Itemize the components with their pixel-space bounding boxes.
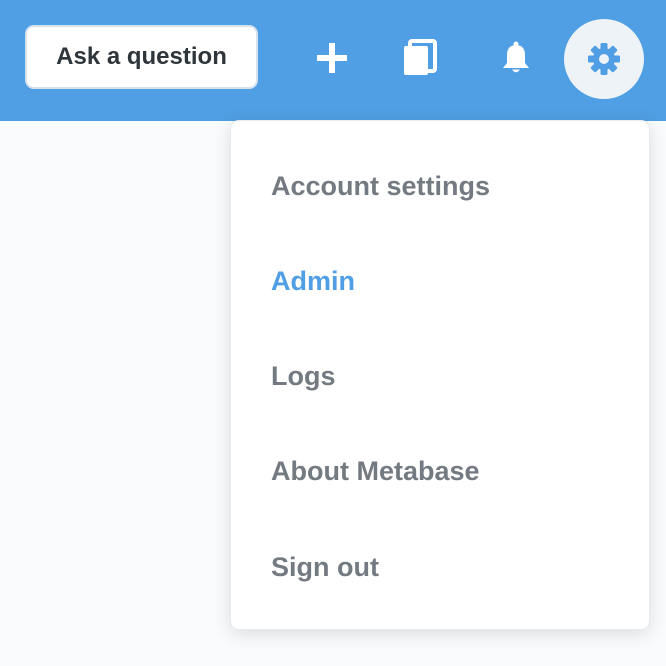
ask-question-label: Ask a question <box>56 43 227 70</box>
menu-item-account-settings[interactable]: Account settings <box>271 156 611 216</box>
menu-item-label: About Metabase <box>271 455 480 486</box>
bell-icon[interactable] <box>488 30 544 86</box>
menu-item-sign-out[interactable]: Sign out <box>271 537 611 597</box>
settings-dropdown-menu: Account settings Admin Logs About Metaba… <box>230 120 650 630</box>
menu-item-admin[interactable]: Admin <box>271 251 611 311</box>
menu-item-label: Logs <box>271 360 336 391</box>
gear-icon <box>588 43 620 75</box>
menu-item-label: Admin <box>271 265 355 296</box>
plus-icon[interactable] <box>306 30 358 86</box>
settings-gear-button[interactable] <box>564 19 644 99</box>
menu-item-label: Account settings <box>271 170 491 201</box>
menu-item-label: Sign out <box>271 551 379 582</box>
menu-item-logs[interactable]: Logs <box>271 346 611 406</box>
top-navigation-bar: Ask a question <box>0 0 666 121</box>
menu-item-about-metabase[interactable]: About Metabase <box>271 441 611 501</box>
collection-icon[interactable] <box>392 30 448 86</box>
ask-question-button[interactable]: Ask a question <box>25 25 258 89</box>
